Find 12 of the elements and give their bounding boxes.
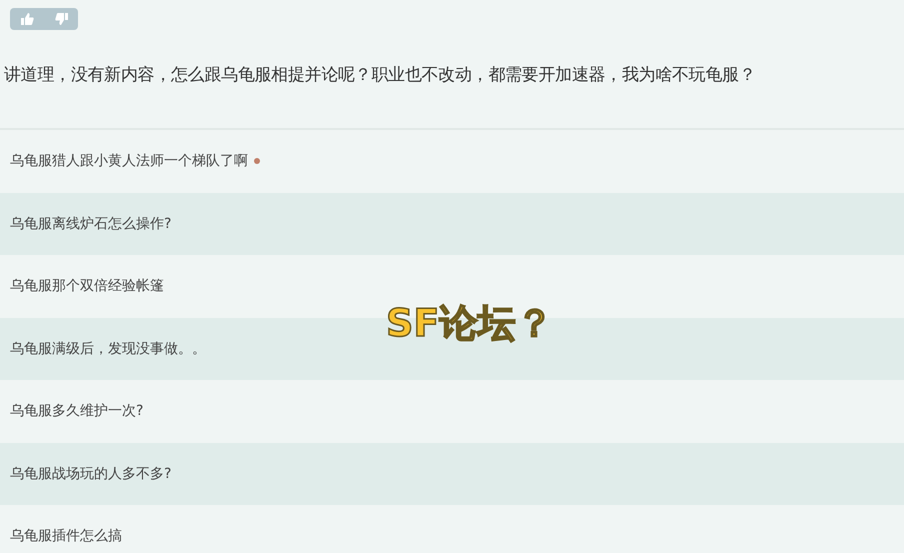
thumbs-up-icon — [20, 13, 34, 25]
topic-title[interactable]: 乌龟服那个双倍经验帐篷 — [10, 277, 164, 296]
topic-title[interactable]: 乌龟服插件怎么搞 — [10, 527, 122, 546]
topic-title[interactable]: 乌龟服猎人跟小黄人法师一个梯队了啊 — [10, 152, 248, 170]
question-text: 讲道理，没有新内容，怎么跟乌龟服相提并论呢？职业也不改动，都需要开加速器，我为啥不玩龟服？ — [4, 64, 757, 86]
topic-row[interactable]: 乌龟服离线炉石怎么操作? — [0, 192, 904, 255]
topic-title[interactable]: 乌龟服战场玩的人多不多? — [10, 464, 172, 483]
topic-title[interactable]: 乌龟服多久维护一次? — [10, 402, 144, 420]
topic-title[interactable]: 乌龟服离线炉石怎么操作? — [10, 214, 172, 233]
topic-row[interactable]: 乌龟服战场玩的人多不多? — [0, 442, 904, 505]
topic-title[interactable]: 乌龟服满级后，发现没事做。。 — [10, 340, 206, 358]
thumbs-down-icon — [54, 13, 68, 25]
